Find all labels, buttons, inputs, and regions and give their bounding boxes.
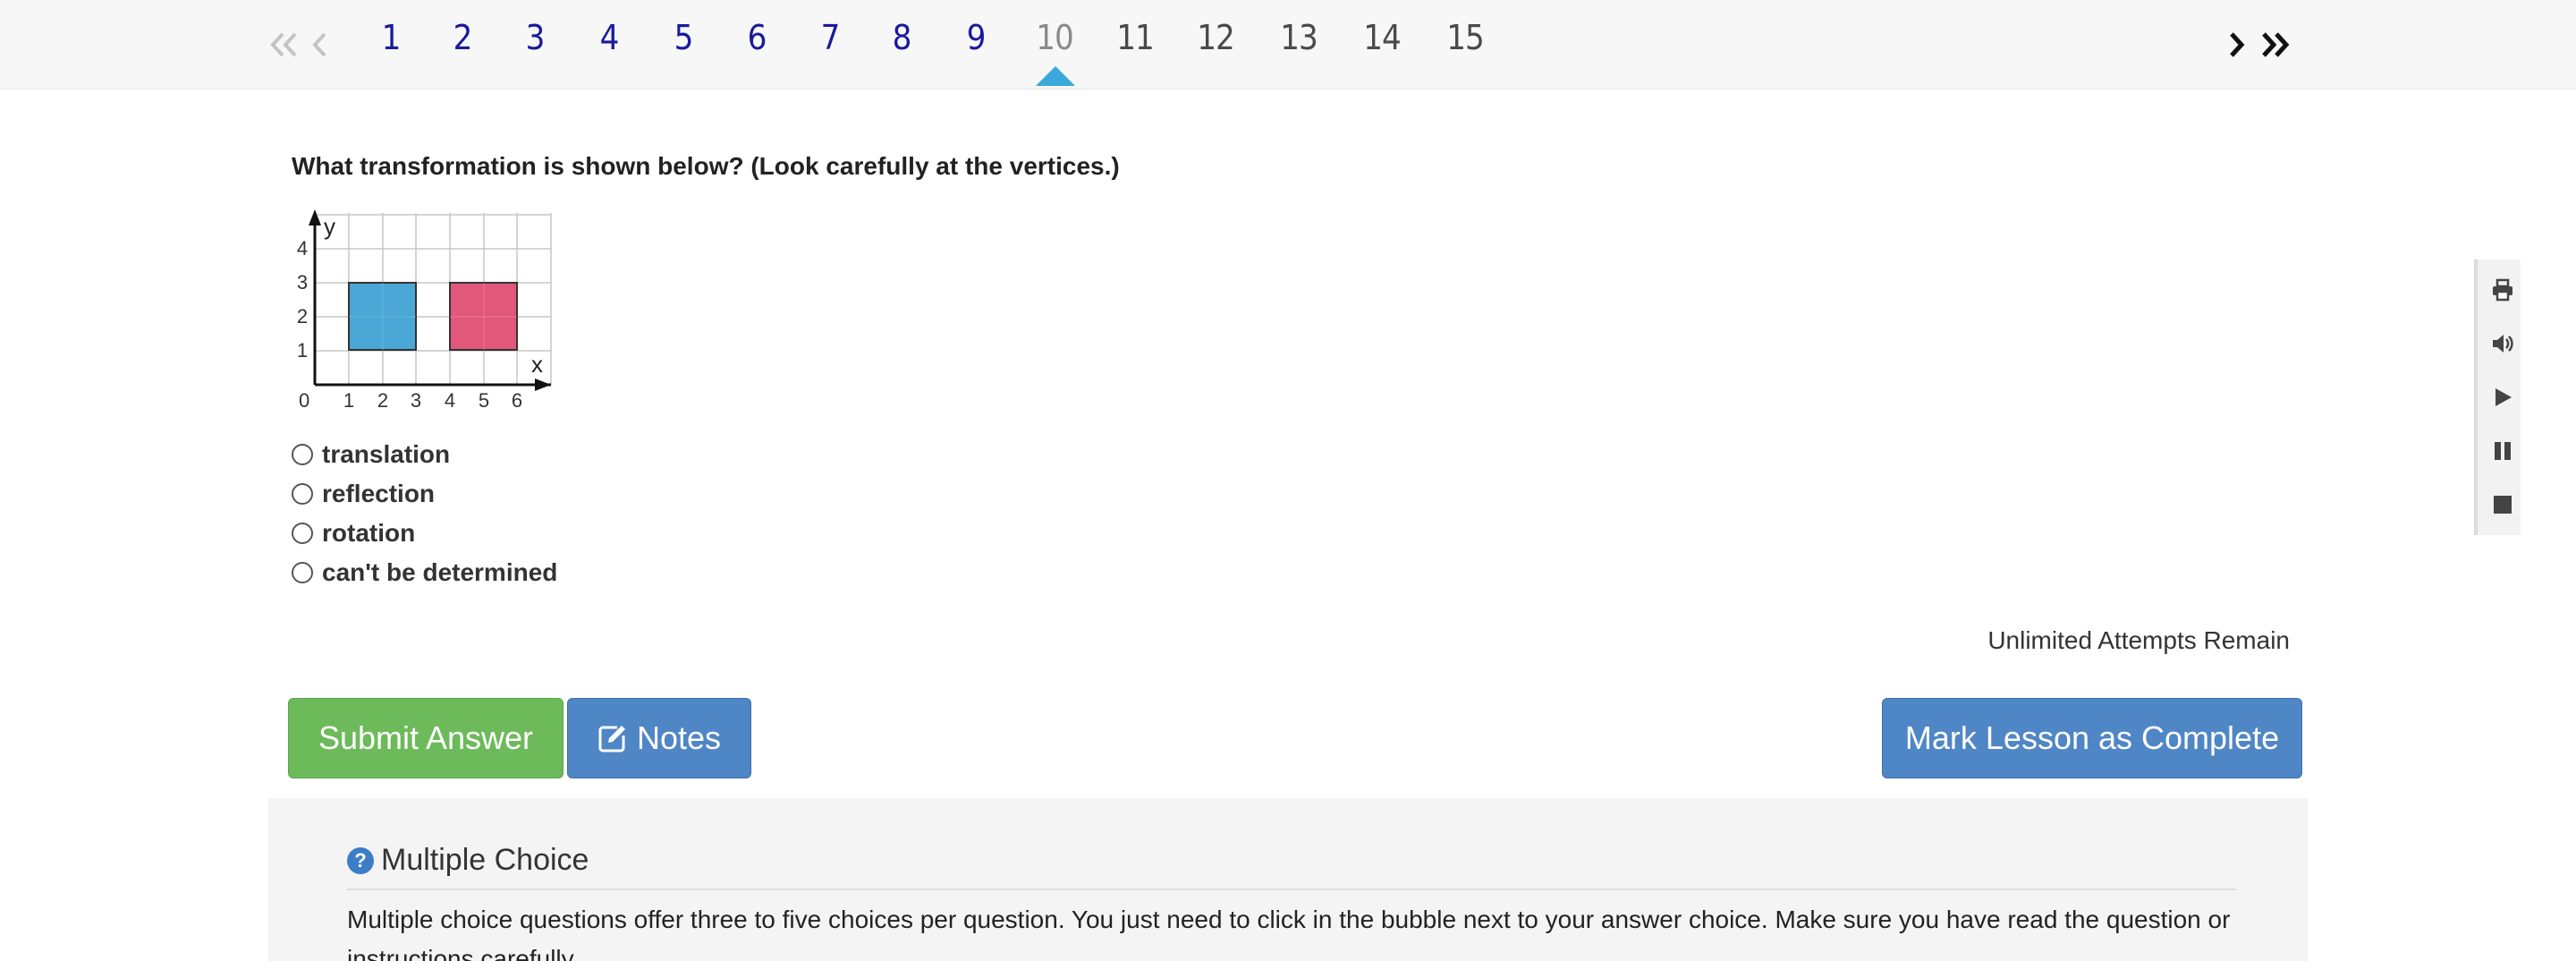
help-title: ? Multiple Choice	[347, 843, 589, 878]
help-title-text: Multiple Choice	[381, 843, 589, 877]
choice-label: can't be determined	[322, 558, 558, 586]
y-tick-label: 3	[297, 271, 308, 293]
stop-icon[interactable]	[2485, 487, 2521, 523]
divider	[347, 889, 2236, 890]
submit-answer-button[interactable]: Submit Answer	[288, 698, 564, 778]
y-tick-label: 2	[297, 305, 308, 327]
page-link-6[interactable]: 6	[730, 13, 784, 63]
page-link-10-current[interactable]: 10	[1028, 13, 1081, 63]
page-link-4[interactable]: 4	[582, 13, 636, 63]
mark-lesson-complete-button[interactable]: Mark Lesson as Complete	[1882, 698, 2302, 778]
previous-page-icon[interactable]	[306, 27, 333, 63]
page-link-13[interactable]: 13	[1272, 13, 1326, 63]
page-link-7[interactable]: 7	[803, 13, 857, 63]
notes-button-label: Notes	[636, 719, 722, 756]
question-text: What transformation is shown below? (Loo…	[292, 152, 1120, 180]
choice-label: rotation	[322, 519, 416, 547]
x-tick-label: 3	[411, 389, 421, 412]
page-link-12[interactable]: 12	[1189, 13, 1242, 63]
radio-button[interactable]	[292, 444, 313, 465]
x-tick-label: 2	[377, 389, 388, 412]
origin-label: 0	[299, 389, 309, 412]
answer-choices: translation reflection rotation can't be…	[292, 435, 557, 592]
y-tick-label: 4	[297, 237, 308, 259]
page-link-15[interactable]: 15	[1438, 13, 1492, 63]
page-link-3[interactable]: 3	[508, 13, 562, 63]
coordinate-graph: y x 0 1 2 3 4 5 6 1 2 3 4	[286, 208, 564, 418]
x-tick-label: 1	[343, 389, 354, 412]
radio-button[interactable]	[292, 483, 313, 505]
first-page-icon[interactable]	[267, 27, 302, 63]
question-pagination: 1 2 3 4 5 6 7 8 9 10 11 12 13 14 15	[0, 0, 2576, 89]
help-panel: ? Multiple Choice Multiple choice questi…	[268, 798, 2308, 961]
choice-translation[interactable]: translation	[292, 435, 557, 474]
help-description: Multiple choice questions offer three to…	[347, 906, 2231, 961]
play-icon[interactable]	[2485, 379, 2521, 415]
choice-label: translation	[322, 440, 451, 468]
next-page-icon[interactable]	[2224, 27, 2250, 63]
pause-icon[interactable]	[2485, 433, 2521, 469]
x-tick-label: 6	[512, 389, 522, 412]
print-icon[interactable]	[2485, 272, 2521, 308]
page-link-2[interactable]: 2	[436, 13, 489, 63]
y-axis-label: y	[324, 213, 335, 240]
choice-label: reflection	[322, 480, 436, 507]
y-tick-label: 1	[297, 339, 308, 361]
radio-button[interactable]	[292, 523, 313, 544]
page-link-11[interactable]: 11	[1108, 13, 1162, 63]
page-link-5[interactable]: 5	[657, 13, 710, 63]
radio-button[interactable]	[292, 562, 313, 583]
speaker-icon[interactable]	[2485, 326, 2521, 361]
x-tick-label: 5	[479, 389, 489, 412]
page-link-1[interactable]: 1	[364, 13, 418, 63]
page-link-9[interactable]: 9	[949, 13, 1003, 63]
page-link-8[interactable]: 8	[875, 13, 928, 63]
edit-icon	[597, 723, 628, 753]
x-tick-label: 4	[445, 389, 455, 412]
attempts-remaining: Unlimited Attempts Remain	[1987, 626, 2290, 654]
x-axis-label: x	[531, 351, 543, 378]
page-link-14[interactable]: 14	[1355, 13, 1409, 63]
choice-rotation[interactable]: rotation	[292, 514, 557, 553]
tools-sidebar	[2474, 259, 2521, 535]
current-page-marker	[1036, 66, 1075, 86]
choice-reflection[interactable]: reflection	[292, 474, 557, 514]
last-page-icon[interactable]	[2258, 27, 2293, 63]
notes-button[interactable]: Notes	[567, 698, 751, 778]
choice-cant-be-determined[interactable]: can't be determined	[292, 553, 557, 592]
question-mark-icon: ?	[347, 846, 374, 874]
